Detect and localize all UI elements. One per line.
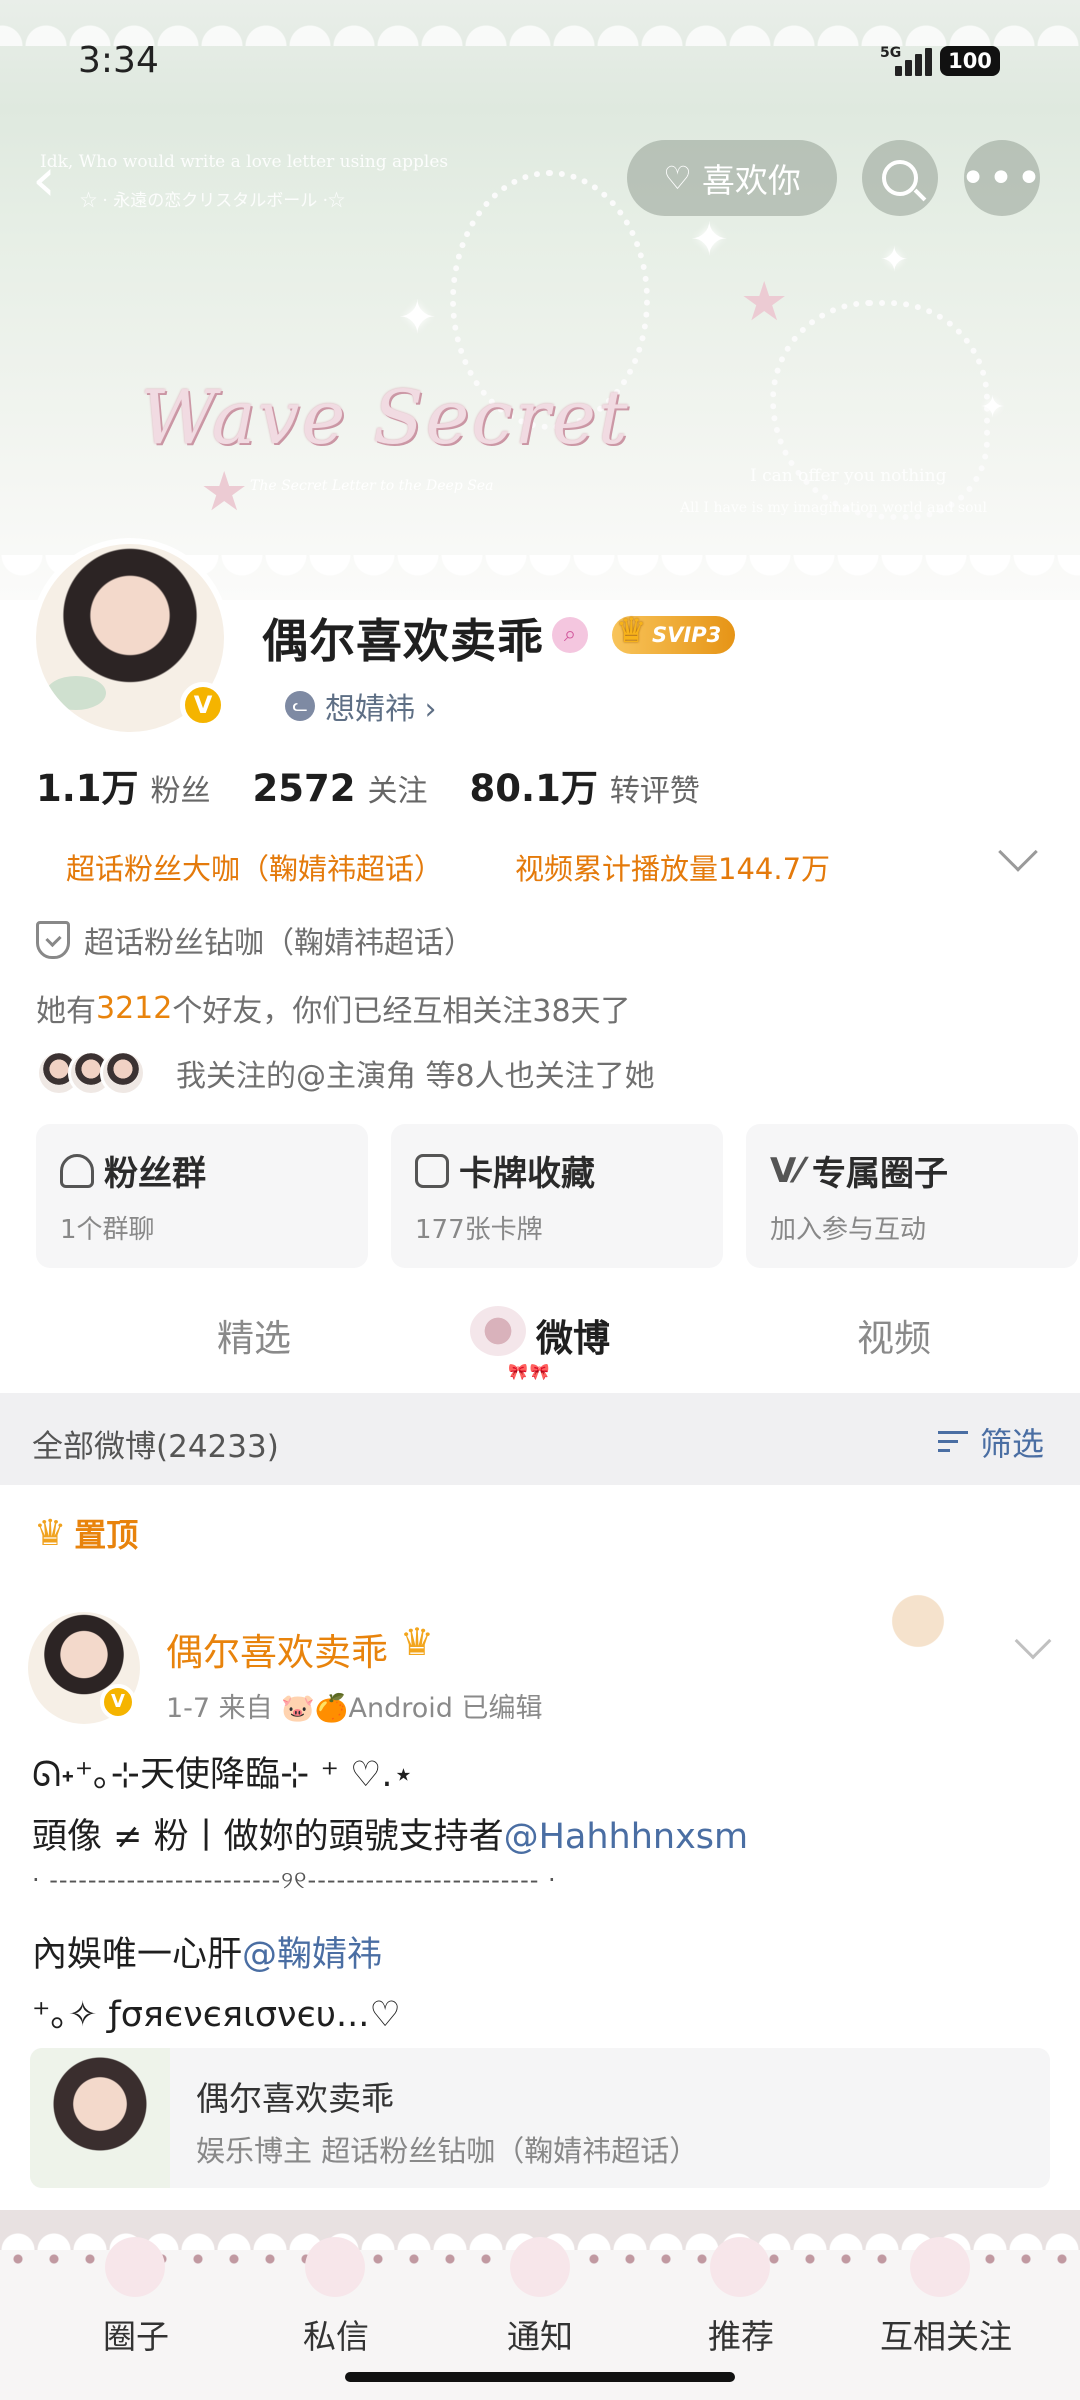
signal-icon <box>895 46 932 76</box>
back-icon[interactable]: ‹ <box>32 150 72 210</box>
mutual-follow-text: 我关注的@主演角 等8人也关注了她 <box>176 1059 655 1094</box>
tab-weibo[interactable]: 微博 <box>536 1308 610 1362</box>
banner-logo: Wave Secret <box>140 375 630 461</box>
post-line: ᘏ˖⁺｡⊹天使降臨⊹ ⁺ ♡.⋆ <box>32 1755 415 1795</box>
battery-icon: 100 <box>940 46 1000 76</box>
circle-icon: V⁄ <box>770 1150 802 1191</box>
supertopic-highlight[interactable]: 超话粉丝大咖（鞠婧祎超话） <box>66 846 443 888</box>
banner-caption: Idk, Who would write a love letter using… <box>40 152 449 172</box>
home-indicator[interactable] <box>345 2372 735 2382</box>
filter-icon <box>938 1427 972 1457</box>
tab-videos[interactable]: 视频 <box>857 1308 931 1362</box>
post-line: ⁺｡✧ ƒσяєνєяισνєυ...♡ <box>32 1995 401 2035</box>
post-meta: 1-7 来自 🐷🍊Android 已编辑 <box>166 1693 543 1724</box>
more-button[interactable]: ••• <box>960 140 1042 216</box>
banner-caption: All I have is my imagination world and s… <box>680 500 988 516</box>
sticker-decoration <box>870 1576 990 1666</box>
search-badge-icon[interactable]: ⌕ <box>552 617 588 653</box>
mention-link[interactable]: @Hahhhnxsm <box>504 1817 749 1857</box>
post-separator: · ------------------------୨୧------------… <box>32 1866 557 1894</box>
crown-icon: ♛ <box>400 1620 435 1664</box>
people-icon <box>60 1153 94 1188</box>
like-button-label: 喜欢你 <box>701 161 801 200</box>
circle-card[interactable]: V⁄ 专属圈子 加入参与互动 <box>746 1124 1078 1268</box>
tab-featured[interactable]: 精选 <box>217 1308 291 1362</box>
shield-icon <box>36 921 70 959</box>
nav-messages[interactable]: 私信 <box>303 2310 369 2358</box>
profile-stats: 1.1万 粉丝 2572 关注 80.1万 转评赞 <box>36 758 742 812</box>
sparkle-icon: ✦ <box>690 212 729 266</box>
post-line: 內娛唯一心肝@鞠婧祎 <box>32 1935 383 1975</box>
fan-group-card[interactable]: 粉丝群 1个群聊 <box>36 1124 368 1268</box>
friends-row: 她有 3212 个好友，你们已经互相关注38天了 <box>36 990 631 1030</box>
feed-filter-bar: 全部微博(24233) 筛选 <box>0 1393 1080 1485</box>
chevron-down-icon[interactable] <box>998 832 1038 872</box>
status-time: 3:34 <box>78 40 159 81</box>
pinned-label: ♛ 置顶 <box>34 1512 139 1555</box>
nav-notifications[interactable]: 通知 <box>507 2310 573 2358</box>
post-line: 頭像 ≠ 粉丨做妳的頭號支持者@Hahhhnxsm <box>32 1817 749 1857</box>
honor-text: 超话粉丝钻咖（鞠婧祎超话） <box>84 926 474 961</box>
friends-count: 3212 <box>96 990 173 1026</box>
pearl-decoration <box>770 300 990 520</box>
mutual-avatars <box>36 1050 146 1096</box>
sparkle-icon: ✦ <box>980 390 1006 425</box>
chevron-down-icon[interactable] <box>1014 1622 1052 1660</box>
peach-icon: ♡ <box>663 159 692 197</box>
video-plays-highlight[interactable]: 视频累计播放量144.7万 <box>515 846 830 888</box>
svip-badge[interactable]: ♛ SVIP3 <box>612 612 736 654</box>
nav-mutual-follow[interactable]: 互相关注 <box>880 2310 1012 2358</box>
like-button[interactable]: ♡ 喜欢你 <box>627 140 837 216</box>
card-collection-card[interactable]: 卡牌收藏 177张卡牌 <box>391 1124 723 1268</box>
sparkle-icon: ✦ <box>398 290 437 344</box>
nav-recommend[interactable]: 推荐 <box>708 2310 774 2358</box>
share-card-desc: 娱乐博主 超话粉丝钻咖（鞠婧祎超话） <box>196 2134 699 2168</box>
profile-share-card[interactable]: 偶尔喜欢卖乖 娱乐博主 超话粉丝钻咖（鞠婧祎超话） <box>30 2048 1050 2188</box>
banner-caption: I can offer you nothing <box>750 466 947 486</box>
bow-decoration: 🎀🎀 <box>508 1362 552 1381</box>
star-icon: ★ <box>200 460 249 523</box>
sub-account-label: 想婧祎 › <box>325 692 437 727</box>
ribbon-decoration <box>46 676 106 710</box>
sub-account-link[interactable]: ᓚ 想婧祎 › <box>285 684 437 728</box>
post-author[interactable]: 偶尔喜欢卖乖 <box>166 1622 388 1676</box>
nav-circle[interactable]: 圈子 <box>103 2310 169 2358</box>
verified-badge-icon: V <box>180 682 226 728</box>
stat-followers[interactable]: 1.1万 粉丝 <box>36 758 211 812</box>
message-nav-icon <box>300 2232 370 2302</box>
share-card-name: 偶尔喜欢卖乖 <box>196 2079 394 2118</box>
sparkle-icon: ✦ <box>880 240 909 280</box>
banner-caption: ☆ · 永遠の恋クリスタルボール ·☆ <box>80 191 346 211</box>
mention-link[interactable]: @鞠婧祎 <box>242 1935 382 1975</box>
search-icon <box>882 160 918 196</box>
star-icon: ★ <box>740 270 789 333</box>
profile-name: 偶尔喜欢卖乖 <box>262 614 544 668</box>
crown-icon: ♛ <box>34 1512 67 1554</box>
stat-interactions[interactable]: 80.1万 转评赞 <box>470 758 700 812</box>
share-card-thumbnail <box>30 2048 170 2188</box>
stat-following[interactable]: 2572 关注 <box>253 766 428 810</box>
post-count-label: 全部微博(24233) <box>32 1429 279 1465</box>
verified-badge-icon: V <box>100 1684 136 1720</box>
filter-button[interactable]: 筛选 <box>938 1419 1044 1465</box>
profile-page: Idk, Who would write a love letter using… <box>0 0 1080 2400</box>
circle-nav-icon <box>100 2232 170 2302</box>
tab-avatar-decoration <box>470 1306 526 1356</box>
banner-logo-sub: The Secret Letter to the Deep Sea <box>250 478 494 494</box>
mutual-follow-row[interactable]: 我关注的@主演角 等8人也关注了她 <box>36 1050 655 1096</box>
crown-icon: ♛ <box>616 611 647 651</box>
search-button[interactable] <box>862 140 938 216</box>
more-icon: ••• <box>960 152 1044 204</box>
bell-nav-icon <box>505 2232 575 2302</box>
cat-icon: ᓚ <box>285 691 315 721</box>
status-bar: 3:34 5G 100 <box>0 0 1080 120</box>
card-icon <box>415 1153 449 1188</box>
recommend-nav-icon <box>705 2232 775 2302</box>
heart-nav-icon <box>905 2232 975 2302</box>
honor-row[interactable]: 超话粉丝钻咖（鞠婧祎超话） <box>36 918 474 962</box>
